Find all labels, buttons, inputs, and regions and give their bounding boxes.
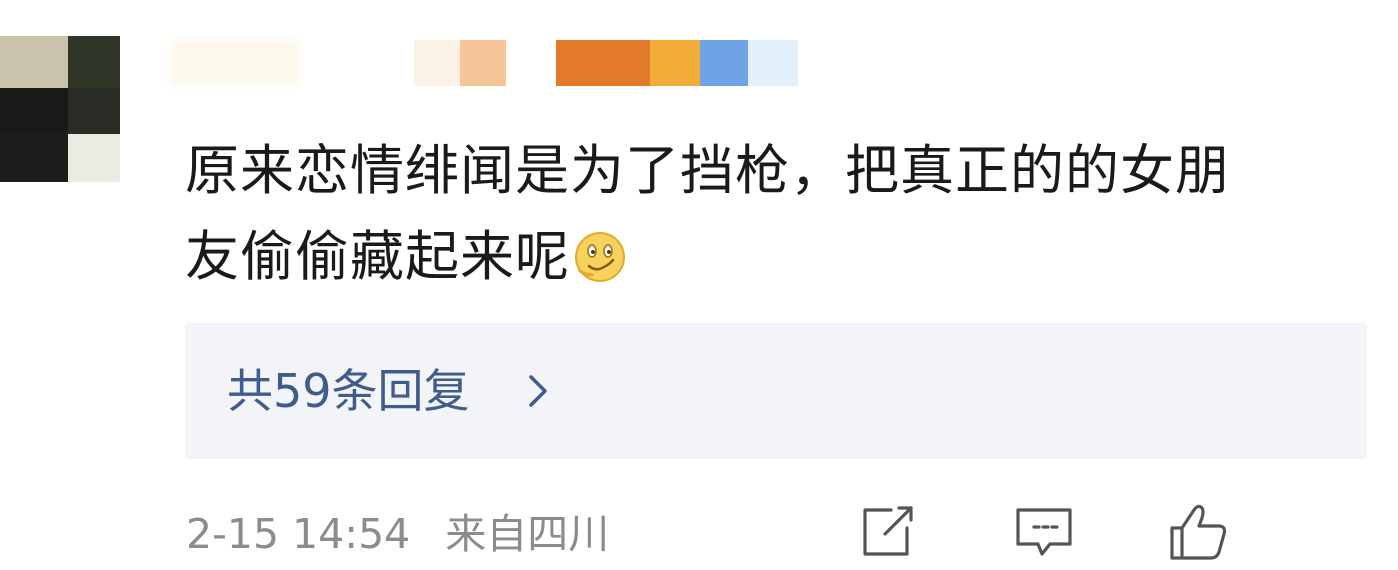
comment-line-text: 友偷偷藏起来呢 (185, 225, 570, 288)
replies-count-label: 共59条回复 (227, 364, 470, 418)
thumbs-up-icon[interactable] (1166, 500, 1230, 564)
avatar-pixel (68, 36, 120, 88)
location: 来自四川 (445, 510, 610, 558)
view-replies-button[interactable]: 共59条回复 (185, 323, 1367, 459)
name-blur-block (170, 40, 300, 86)
comment-line: 友偷偷藏起来呢 (185, 214, 1375, 300)
avatar-pixel (68, 88, 120, 134)
smirk-emoji-icon (575, 232, 625, 282)
avatar-pixel (0, 134, 68, 182)
share-icon[interactable] (855, 500, 919, 564)
name-blur-block (460, 40, 506, 86)
comment-icon[interactable] (1012, 500, 1076, 564)
comment-meta: 2-15 14:54 来自四川 (186, 506, 631, 562)
avatar-pixel (0, 88, 68, 134)
timestamp: 2-15 14:54 (186, 510, 411, 558)
badge-blur-block (748, 40, 798, 86)
avatar-pixel (68, 134, 120, 182)
chevron-right-icon (529, 375, 547, 407)
badge-blur-block (556, 40, 650, 86)
username-blurred[interactable] (170, 40, 820, 90)
avatar[interactable] (0, 36, 120, 182)
name-blur-block (414, 40, 460, 86)
avatar-pixel (0, 36, 68, 88)
comment-text: 原来恋情绯闻是为了挡枪，把真正的的女朋 友偷偷藏起来呢 (185, 128, 1375, 300)
badge-blur-block (650, 40, 700, 86)
badge-blur-block (700, 40, 748, 86)
comment-line: 原来恋情绯闻是为了挡枪，把真正的的女朋 (185, 139, 1230, 202)
